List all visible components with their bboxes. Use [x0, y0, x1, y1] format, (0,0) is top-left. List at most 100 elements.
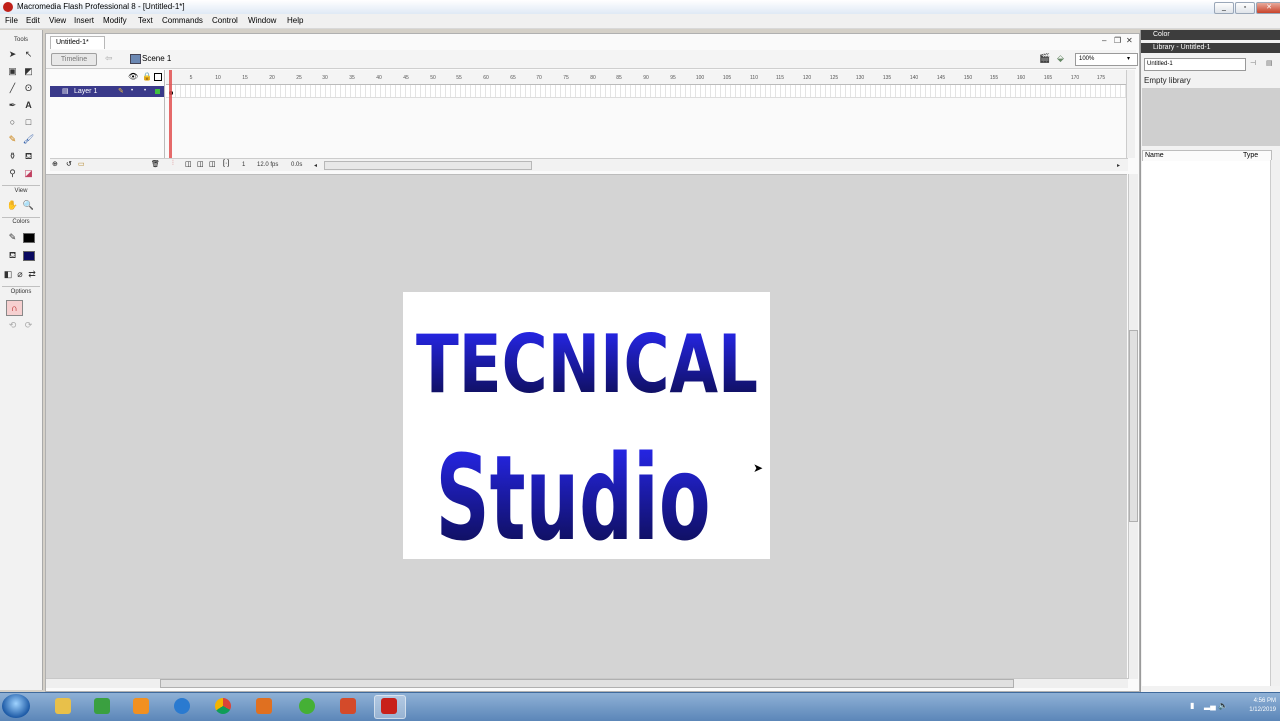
library-scrollbar[interactable] — [1270, 160, 1280, 686]
frame-cells[interactable] — [166, 85, 1126, 98]
timeline-toggle-button[interactable]: Timeline — [51, 53, 97, 66]
pencil-tool-icon[interactable]: ✎ — [5, 132, 20, 146]
rectangle-tool-icon[interactable]: □ — [21, 115, 36, 129]
edit-symbols-icon[interactable]: ⬙ — [1057, 53, 1064, 64]
start-button[interactable] — [2, 694, 30, 718]
fill-color-swatch[interactable] — [23, 251, 35, 261]
stroke-color-swatch[interactable] — [23, 233, 35, 243]
edit-scene-icon[interactable]: 🎬 — [1039, 53, 1050, 64]
tray-volume-icon[interactable]: 🔈 — [1218, 701, 1228, 710]
line-tool-icon[interactable]: ╱ — [5, 81, 20, 95]
doc-restore-icon[interactable]: ❐ — [1114, 36, 1121, 45]
lock-icon[interactable]: 🔒 — [142, 72, 152, 81]
scroll-left-icon[interactable]: ◂ — [314, 162, 317, 169]
vertical-scroll-thumb[interactable] — [1129, 330, 1138, 522]
stage-text-line1[interactable]: TECNICAL — [416, 318, 758, 411]
smooth-icon[interactable]: ⟲ — [5, 318, 20, 332]
new-library-panel-icon[interactable]: ▤ — [1266, 59, 1273, 67]
layer-name[interactable]: Layer 1 — [74, 88, 97, 95]
stage-artwork[interactable]: TECNICAL Studio — [403, 292, 770, 559]
selection-tool-icon[interactable]: ➤ — [5, 47, 20, 61]
menu-view[interactable]: View — [49, 16, 66, 25]
snap-to-objects-icon[interactable]: ∩ — [6, 300, 23, 316]
insert-folder-icon[interactable]: ▭ — [78, 160, 85, 168]
eyedropper-tool-icon[interactable]: ⚲ — [5, 166, 20, 180]
tools-title: Tools — [13, 37, 28, 43]
swap-colors-icon[interactable]: ⇄ — [26, 267, 38, 281]
stage-text-line2[interactable]: Studio — [436, 429, 711, 559]
back-arrow-icon[interactable]: ⇦ — [105, 53, 113, 64]
visibility-dot-icon[interactable]: • — [131, 88, 133, 94]
menu-help[interactable]: Help — [287, 16, 303, 25]
eraser-tool-icon[interactable]: ◪ — [21, 166, 36, 180]
center-frame-icon[interactable]: ⫶ — [172, 160, 174, 168]
colors-label: Colors — [12, 219, 30, 225]
timeline-horizontal-scrollbar[interactable] — [324, 161, 532, 170]
menu-commands[interactable]: Commands — [162, 16, 203, 25]
edit-multiple-frames-icon[interactable]: ◫ — [209, 160, 216, 168]
oval-tool-icon[interactable]: ○ — [5, 115, 20, 129]
scene-label[interactable]: Scene 1 — [142, 54, 171, 63]
hand-tool-icon[interactable]: ✋ — [5, 198, 20, 212]
tray-network-icon[interactable]: ▮ — [1190, 701, 1194, 710]
lasso-tool-icon[interactable]: ʘ — [21, 81, 36, 95]
library-document-select[interactable]: Untitled-1 — [1144, 58, 1246, 71]
menu-insert[interactable]: Insert — [74, 16, 94, 25]
menu-modify[interactable]: Modify — [103, 16, 127, 25]
onion-skin-icon[interactable]: ◫ — [185, 160, 192, 168]
maximize-button[interactable]: ▫ — [1235, 2, 1255, 14]
straighten-icon[interactable]: ⟳ — [21, 318, 36, 332]
text-tool-icon[interactable]: A — [21, 98, 36, 112]
doc-close-icon[interactable]: ✕ — [1126, 36, 1133, 45]
fill-color-icon[interactable]: ⛾ — [5, 248, 20, 262]
close-button[interactable]: ✕ — [1256, 2, 1280, 14]
ruler-tick: 155 — [989, 75, 999, 81]
stroke-color-icon[interactable]: ✎ — [5, 230, 20, 244]
clock[interactable]: 4:56 PM 1/12/2019 — [1228, 697, 1276, 715]
outline-color-icon[interactable] — [155, 89, 160, 94]
paint-bucket-tool-icon[interactable]: ⛾ — [21, 149, 36, 163]
outline-icon[interactable] — [154, 73, 162, 81]
color-panel-header[interactable]: Color — [1141, 30, 1280, 40]
onion-outline-icon[interactable]: ◫ — [197, 160, 204, 168]
subselection-tool-icon[interactable]: ↖ — [21, 47, 36, 61]
no-color-icon[interactable]: ⌀ — [14, 267, 26, 281]
timeline-vertical-scrollbar[interactable] — [1126, 70, 1135, 158]
brush-tool-icon[interactable]: 🖌 — [21, 132, 36, 146]
free-transform-tool-icon[interactable]: ▣ — [5, 64, 20, 78]
library-panel-header[interactable]: Library - Untitled-1 — [1141, 43, 1280, 53]
horizontal-scroll-thumb[interactable] — [160, 679, 1014, 688]
library-item-list[interactable] — [1142, 161, 1270, 686]
insert-layer-icon[interactable]: ⊕ — [52, 160, 58, 168]
gradient-transform-tool-icon[interactable]: ◩ — [21, 64, 36, 78]
menu-edit[interactable]: Edit — [26, 16, 40, 25]
frame-ruler[interactable]: 5 10 15 20 25 30 35 40 45 50 55 60 65 70… — [166, 70, 1130, 85]
menu-file[interactable]: File — [5, 16, 18, 25]
minimize-button[interactable]: _ — [1214, 2, 1234, 14]
view-label: View — [14, 188, 28, 194]
black-white-icon[interactable]: ◧ — [2, 267, 14, 281]
column-type-header[interactable]: Type — [1243, 152, 1258, 159]
tray-signal-icon[interactable]: ▂▄ — [1204, 701, 1216, 710]
playhead[interactable] — [169, 70, 172, 170]
modify-markers-icon[interactable]: [·] — [223, 160, 229, 167]
pin-icon[interactable]: ⊣ — [1250, 59, 1256, 67]
add-guide-layer-icon[interactable]: ↺ — [66, 160, 72, 168]
pen-tool-icon[interactable]: ✒ — [5, 98, 20, 112]
zoom-tool-icon[interactable]: 🔍 — [21, 198, 36, 212]
show-hide-icon[interactable]: 👁 — [128, 72, 138, 81]
menu-window[interactable]: Window — [248, 16, 276, 25]
lock-dot-icon[interactable]: • — [144, 88, 146, 94]
column-name-header[interactable]: Name — [1145, 152, 1164, 159]
frame-rate[interactable]: 12.0 fps — [257, 162, 278, 168]
ruler-tick: 55 — [456, 75, 462, 81]
menu-text[interactable]: Text — [138, 16, 153, 25]
menu-control[interactable]: Control — [212, 16, 238, 25]
ruler-tick: 80 — [590, 75, 596, 81]
delete-layer-icon[interactable]: 🗑 — [151, 160, 160, 168]
ink-bottle-tool-icon[interactable]: ⚱ — [5, 149, 20, 163]
chevron-down-icon[interactable]: ▾ — [1127, 55, 1130, 62]
doc-minimize-icon[interactable]: – — [1102, 36, 1106, 45]
document-tab[interactable]: Untitled-1* — [50, 36, 105, 49]
scroll-right-icon[interactable]: ▸ — [1117, 162, 1120, 169]
